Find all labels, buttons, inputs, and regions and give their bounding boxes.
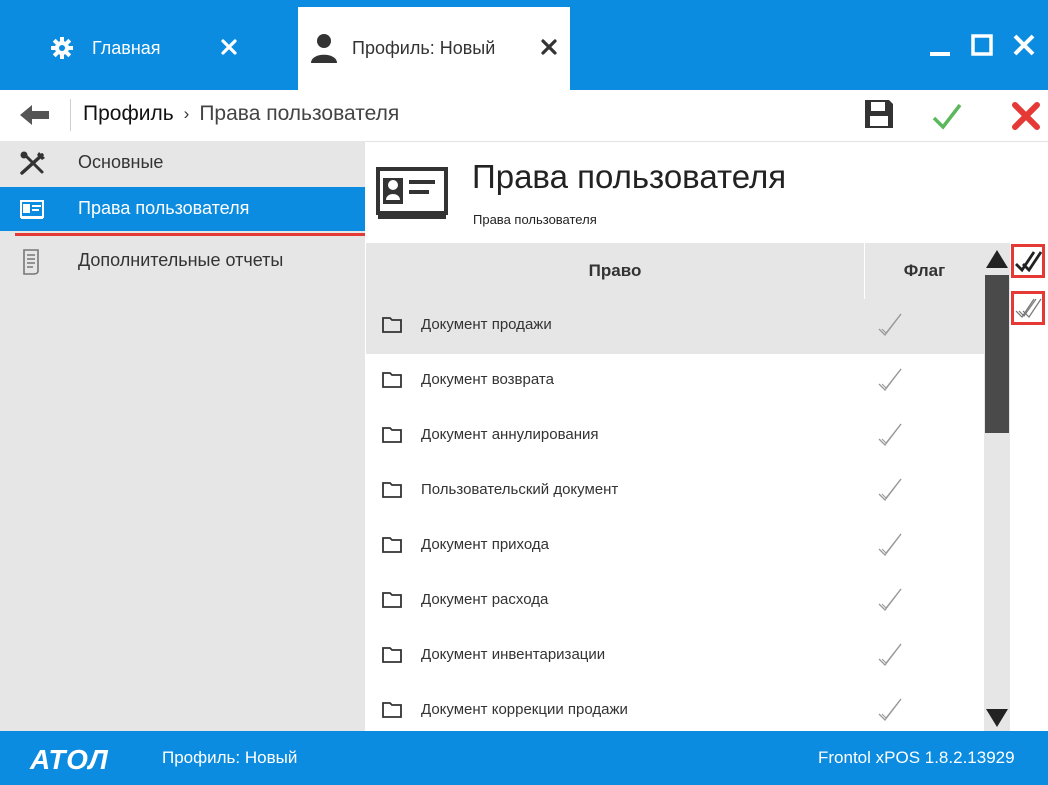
back-arrow-icon[interactable] [20,102,50,128]
row-label: Документ прихода [421,536,549,553]
rights-table: Право Флаг Документ продажи Документ возв… [366,243,984,731]
flag-checkmark-icon[interactable] [876,531,904,559]
table-row[interactable]: Документ инвентаризации [366,629,984,684]
table-row[interactable]: Документ расхода [366,574,984,629]
column-header-right[interactable]: Право [366,243,864,299]
sidebar-item-extra-reports[interactable]: Дополнительные отчеты [0,239,365,283]
maximize-icon[interactable] [968,30,996,60]
sidebar-item-general[interactable]: Основные [0,141,365,185]
checkmark-icon[interactable] [931,100,963,132]
table-row[interactable]: Документ продажи [366,299,984,354]
minimize-icon[interactable] [926,30,954,60]
row-label: Документ возврата [421,371,554,388]
sidebar-item-label: Основные [78,152,164,172]
sidebar-item-user-rights[interactable]: Права пользователя [0,187,365,231]
sidebar: Основные Права пользователя Дополнительн… [0,141,365,731]
folder-icon [382,536,402,554]
id-card-icon [375,166,449,222]
gear-icon [48,34,76,62]
toolbar-divider [70,99,71,131]
tab-profile[interactable]: Профиль: Новый [298,7,570,90]
folder-icon [382,591,402,609]
row-label: Документ продажи [421,316,552,333]
flag-checkmark-icon[interactable] [876,586,904,614]
window-controls [926,30,1038,60]
save-icon[interactable] [863,98,895,130]
breadcrumb: Профиль › Права пользователя [83,102,399,126]
folder-icon [382,371,402,389]
table-row[interactable]: Документ аннулирования [366,409,984,464]
tab-main-label: Главная [92,38,161,58]
breadcrumb-current: Права пользователя [199,102,400,125]
tab-profile-label: Профиль: Новый [352,38,496,58]
scroll-thumb[interactable] [985,275,1009,433]
tab-bar: Главная Профиль: Новый [20,7,570,90]
sidebar-item-label: Дополнительные отчеты [78,250,284,270]
page-title: Права пользователя [472,158,787,195]
uncheck-all-icon[interactable] [1011,291,1045,325]
toolbar: Профиль › Права пользователя [0,90,1048,142]
folder-icon [382,701,402,719]
folder-icon [382,646,402,664]
folder-icon [382,316,402,334]
breadcrumb-separator: › [183,104,190,123]
cancel-icon[interactable] [1010,100,1044,132]
id-card-icon [20,197,44,221]
folder-icon [382,481,402,499]
table-row[interactable]: Документ прихода [366,519,984,574]
title-bar: Главная Профиль: Новый [0,0,1048,90]
flag-checkmark-icon[interactable] [876,696,904,724]
table-row[interactable]: Пользовательский документ [366,464,984,519]
flag-checkmark-icon[interactable] [876,641,904,669]
scroll-up-arrow-icon[interactable] [985,248,1009,270]
scroll-down-arrow-icon[interactable] [985,707,1009,729]
close-tab-icon[interactable] [539,37,559,57]
tab-main[interactable]: Главная [20,7,270,90]
user-icon [310,34,338,63]
row-label: Документ инвентаризации [421,646,606,663]
row-label: Документ расхода [421,591,549,608]
folder-icon [382,426,402,444]
flag-checkmark-icon[interactable] [876,366,904,394]
flag-checkmark-icon[interactable] [876,311,904,339]
close-icon[interactable] [1010,30,1038,60]
status-version: Frontol xPOS 1.8.2.13929 [818,748,1015,767]
table-header: Право Флаг [366,243,984,299]
page-subtitle: Права пользователя [473,212,597,227]
active-item-underline [15,233,365,236]
breadcrumb-parent[interactable]: Профиль [83,102,174,126]
flag-checkmark-icon[interactable] [876,476,904,504]
column-header-flag[interactable]: Флаг [865,243,984,299]
status-profile: Профиль: Новый [162,748,298,767]
sidebar-item-label: Права пользователя [78,198,250,218]
report-icon [20,249,44,275]
table-row[interactable]: Документ коррекции продажи [366,684,984,731]
tools-icon [20,151,45,175]
row-label: Документ коррекции продажи [421,701,628,718]
brand-logo: АТОЛ [30,744,109,775]
row-label: Документ аннулирования [421,426,599,443]
table-row[interactable]: Документ возврата [366,354,984,409]
check-all-icon[interactable] [1011,244,1045,278]
close-tab-icon[interactable] [219,37,239,57]
status-bar: АТОЛ Профиль: Новый Frontol xPOS 1.8.2.1… [0,731,1048,785]
row-label: Пользовательский документ [421,481,619,498]
flag-checkmark-icon[interactable] [876,421,904,449]
